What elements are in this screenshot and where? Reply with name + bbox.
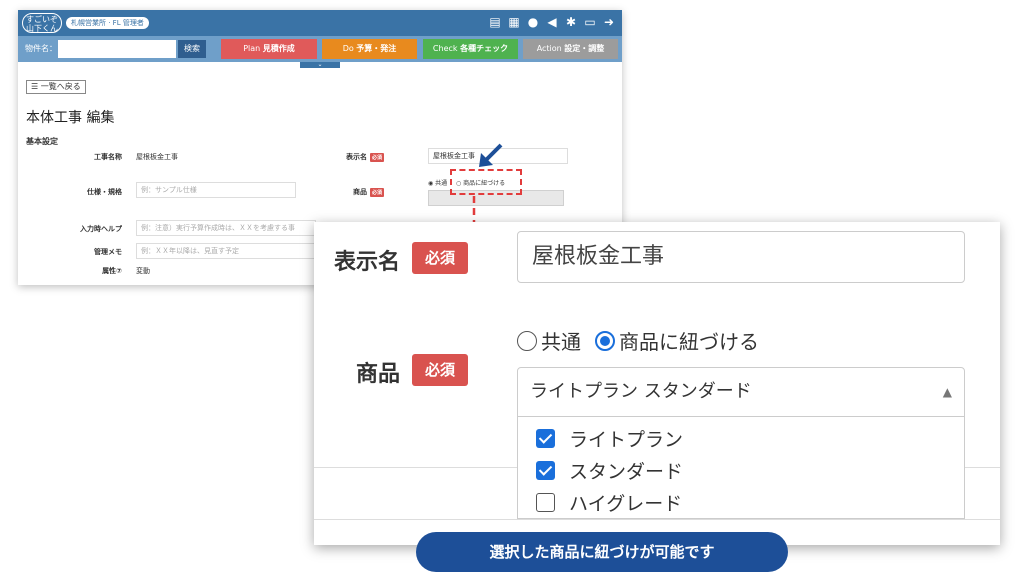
chevron-down-icon: ⌄ — [317, 61, 323, 68]
display-name-label: 表示名 — [334, 250, 401, 275]
option-high-grade[interactable]: ハイグレード — [536, 489, 682, 516]
back-to-list-button[interactable]: ☰ 一覧へ戻る — [26, 80, 86, 94]
pointer-arrow-icon — [479, 143, 503, 167]
product-label-sm: 商品 必須 — [324, 187, 384, 197]
display-name-label-text: 表示名 — [345, 153, 367, 161]
stage-action-button[interactable]: Action 設定・調整 — [523, 39, 618, 59]
top-navbar: すごいぞ 山下くん 札幌営業所 · FL 管理者 ▤ ▦ ● ◀ ✱ ▭ ➜ — [18, 10, 622, 36]
product-option-list: ライトプラン スタンダード ハイグレード — [517, 417, 965, 519]
help-input[interactable]: 例：注意）実行予算作成時は、ＸＸを考慮する事 — [136, 220, 316, 236]
radio-common[interactable] — [517, 330, 537, 351]
option-label: ライトプラン — [569, 429, 684, 451]
display-name-input[interactable]: 屋根板金工事 — [517, 231, 965, 283]
attr-label: 属性⑦ — [102, 267, 122, 275]
product-radio-common-sm[interactable]: ◉ 共通 — [428, 178, 447, 187]
product-label-text: 商品 — [352, 188, 367, 196]
option-light-plan[interactable]: ライトプラン — [536, 425, 683, 452]
collapse-toggle[interactable]: ⌄ — [300, 62, 340, 68]
attr-value: 変動 — [136, 267, 150, 275]
divider — [314, 467, 517, 468]
chat-icon[interactable]: ● — [526, 14, 540, 30]
memo-input[interactable]: 例：ＸＸ年以降は、見直す予定 — [136, 243, 316, 259]
stage-check-button[interactable]: Check 各種チェック — [423, 39, 518, 59]
caption-banner: 選択した商品に紐づけが可能です — [416, 532, 788, 572]
top-icon-group: ▤ ▦ ● ◀ ✱ ▭ ➜ — [488, 14, 616, 30]
work-name-label: 工事名称 — [94, 153, 122, 161]
required-badge-large: 必須 — [412, 354, 468, 386]
stage-do-en: Do — [342, 44, 354, 53]
logout-icon[interactable]: ➜ — [602, 14, 616, 30]
display-name-label-sm: 表示名 必須 — [324, 152, 384, 162]
search-input[interactable] — [58, 40, 176, 58]
document-icon[interactable]: ▤ — [488, 14, 502, 30]
radio-link-product[interactable] — [595, 330, 615, 351]
spec-label: 仕様・規格 — [87, 188, 122, 196]
page-title: 本体工事 編集 — [26, 110, 115, 126]
spec-input[interactable]: 例：サンプル仕様 — [136, 182, 296, 198]
stage-plan-ja: 見積作成 — [262, 44, 295, 53]
product-radio-group: 共通 商品に紐づける — [517, 326, 759, 355]
calendar-icon[interactable]: ▦ — [507, 14, 521, 30]
megaphone-icon[interactable]: ◀ — [545, 14, 559, 30]
stage-do-button[interactable]: Do 予算・発注 — [322, 39, 417, 59]
user-badge[interactable]: 札幌営業所 · FL 管理者 — [66, 17, 149, 29]
checkbox-checked-icon[interactable] — [536, 461, 555, 480]
option-label: ハイグレード — [569, 493, 683, 515]
product-label: 商品 — [356, 362, 401, 387]
required-badge: 必須 — [369, 187, 384, 197]
search-bar: 物件名： 検索 Plan 見積作成 Do 予算・発注 Check 各種チェック … — [18, 36, 622, 62]
checkbox-checked-icon[interactable] — [536, 429, 555, 448]
required-badge-large: 必須 — [412, 242, 468, 274]
memo-label: 管理メモ — [94, 248, 122, 256]
help-label: 入力時ヘルプ — [80, 225, 122, 233]
stage-plan-button[interactable]: Plan 見積作成 — [221, 39, 317, 59]
option-standard[interactable]: スタンダード — [536, 457, 683, 484]
product-select-value: ライトプラン スタンダード — [530, 381, 752, 402]
stage-action-ja: 設定・調整 — [564, 44, 605, 53]
radio-link-product-label: 商品に紐づける — [619, 330, 759, 354]
radio-common-text: 共通 — [435, 180, 448, 187]
divider — [965, 467, 1000, 468]
caret-up-icon: ▲ — [942, 385, 952, 399]
stage-check-en: Check — [432, 44, 458, 53]
checkbox-unchecked-icon[interactable] — [536, 493, 555, 512]
stage-action-en: Action — [536, 44, 562, 53]
search-label: 物件名： — [25, 44, 57, 53]
stage-do-ja: 予算・発注 — [356, 44, 397, 53]
stage-check-ja: 各種チェック — [460, 44, 509, 53]
gear-icon[interactable]: ✱ — [564, 14, 578, 30]
product-multiselect[interactable]: ライトプラン スタンダード ▲ — [517, 367, 965, 417]
search-button[interactable]: 検索 — [178, 40, 206, 58]
radio-common-label: 共通 — [541, 330, 581, 354]
work-name-value: 屋根板金工事 — [136, 153, 178, 161]
divider — [314, 519, 1000, 520]
option-label: スタンダード — [569, 461, 684, 483]
zoom-panel: 表示名 必須 屋根板金工事 共通 商品に紐づける 商品 必須 ライトプラン スタ… — [314, 222, 1000, 545]
tutorial-figure: すごいぞ 山下くん 札幌営業所 · FL 管理者 ▤ ▦ ● ◀ ✱ ▭ ➜ 物… — [0, 0, 1024, 582]
app-logo[interactable]: すごいぞ 山下くん — [22, 13, 62, 33]
section-title: 基本設定 — [26, 137, 58, 146]
stage-plan-en: Plan — [243, 44, 261, 53]
highlight-box — [450, 169, 522, 195]
required-badge: 必須 — [369, 152, 384, 162]
folder-icon[interactable]: ▭ — [583, 14, 597, 30]
